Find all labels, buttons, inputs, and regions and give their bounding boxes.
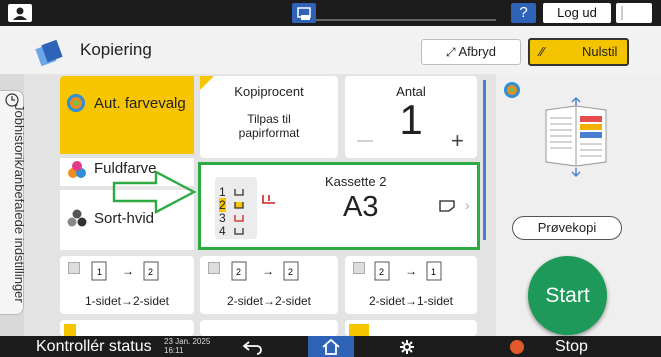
home-button[interactable] [308, 336, 354, 357]
svg-text:1: 1 [431, 267, 436, 277]
scrollbar[interactable] [483, 80, 486, 240]
ratio-value-line2: papirformat [238, 126, 300, 140]
svg-text:2: 2 [236, 267, 241, 277]
checkbox[interactable] [64, 324, 76, 336]
quantity-plus-button[interactable]: + [451, 128, 464, 154]
stop-button[interactable]: Stop [555, 336, 588, 357]
auto-color-icon [504, 82, 520, 98]
interrupt-label: Afbryd [458, 44, 497, 59]
tray-number: 3 [219, 211, 226, 225]
time-line: 16:11 [164, 346, 184, 355]
checkbox[interactable] [353, 262, 365, 274]
two-to-two-sided-icon: 2 → 2 [231, 261, 299, 281]
two-to-one-sided-icon: 2 → 1 [374, 261, 442, 281]
copy-ratio-tile[interactable]: Kopiprocent Tilpas til papirformat [200, 76, 338, 158]
tray-number: 4 [219, 224, 226, 238]
svg-text:→: → [405, 264, 417, 278]
duplex-option[interactable]: 2 → 2 2-sidet→2-sidet [200, 256, 338, 314]
black-white-icon [67, 209, 87, 227]
full-color-icon [68, 161, 86, 178]
checkbox[interactable] [68, 262, 80, 274]
tray-slots-icon [234, 189, 244, 235]
tray-number: 1 [219, 185, 226, 199]
check-status-button[interactable]: Kontrollér status [36, 336, 152, 357]
svg-text:2: 2 [148, 267, 153, 277]
chevron-right-icon: › [465, 197, 470, 213]
one-to-two-sided-icon: 1 → 2 [91, 261, 159, 281]
tray-title: Kassette 2 [325, 174, 387, 189]
duplex-option[interactable]: 2 → 1 2-sidet→1-sidet [345, 256, 477, 314]
copier-status-icon[interactable] [292, 3, 316, 23]
quantity-tile[interactable]: Antal 1 — + [345, 76, 477, 158]
ratio-value-line1: Tilpas til [247, 112, 291, 126]
paper-low-icon [262, 195, 275, 204]
checkbox[interactable] [208, 262, 220, 274]
interrupt-button[interactable]: ⤢ Afbryd [421, 39, 521, 65]
tray-number: 2 [219, 198, 226, 212]
gear-icon[interactable] [399, 339, 415, 355]
sample-copy-button[interactable]: Prøvekopi [512, 216, 622, 240]
more-option-tile[interactable] [60, 320, 194, 336]
reset-label: Nulstil [582, 44, 618, 59]
color-mode-auto[interactable]: Aut. farvevalg [60, 76, 194, 154]
date-time: 23 Jan. 2025 16:11 [164, 337, 210, 355]
duplex-label: 2-sidet→2-sidet [226, 294, 312, 308]
svg-text:→: → [262, 264, 274, 278]
checkbox[interactable] [349, 324, 369, 336]
color-mode-label: Aut. farvevalg [94, 95, 186, 112]
interrupt-icon: ⤢ [445, 45, 456, 59]
help-button[interactable]: ? [511, 3, 536, 23]
document-preview-icon [545, 97, 607, 177]
reset-button[interactable]: ∕∕ Nulstil [528, 38, 629, 66]
stop-icon [510, 340, 524, 354]
highlight-arrow-icon [112, 170, 197, 214]
svg-text:→: → [122, 264, 134, 278]
back-icon[interactable] [241, 339, 263, 355]
more-option-tile[interactable] [345, 320, 477, 336]
quantity-minus-button[interactable]: — [357, 132, 373, 150]
svg-text:2: 2 [379, 267, 384, 277]
paper-tray-tile[interactable]: 1 2 3 4 Kassette 2 A3 › [198, 162, 480, 250]
tray-diagram: 1 2 3 4 [215, 177, 257, 239]
duplex-label: 1-sidet→2-sidet [84, 294, 170, 308]
auto-color-icon [67, 94, 85, 112]
duplex-option[interactable]: 1 → 2 1-sidet→2-sidet [60, 256, 194, 314]
logout-button[interactable]: Log ud [543, 3, 611, 23]
start-button[interactable]: Start [528, 256, 607, 335]
paper-size: A3 [343, 191, 379, 223]
page-title: Kopiering [80, 40, 152, 59]
moon-icon[interactable] [616, 3, 652, 23]
reset-icon: ∕∕ [540, 44, 545, 59]
date-line: 23 Jan. 2025 [164, 337, 211, 346]
paper-orientation-icon [439, 200, 455, 212]
home-icon [322, 338, 340, 355]
more-option-tile[interactable] [200, 320, 338, 336]
svg-text:2: 2 [288, 267, 293, 277]
copy-app-icon [34, 38, 64, 67]
duplex-label: 2-sidet→1-sidet [368, 294, 454, 308]
topbar-message-area [292, 5, 496, 21]
svg-text:1: 1 [97, 267, 102, 277]
user-icon[interactable] [8, 4, 32, 22]
ratio-title: Kopiprocent [234, 84, 304, 99]
